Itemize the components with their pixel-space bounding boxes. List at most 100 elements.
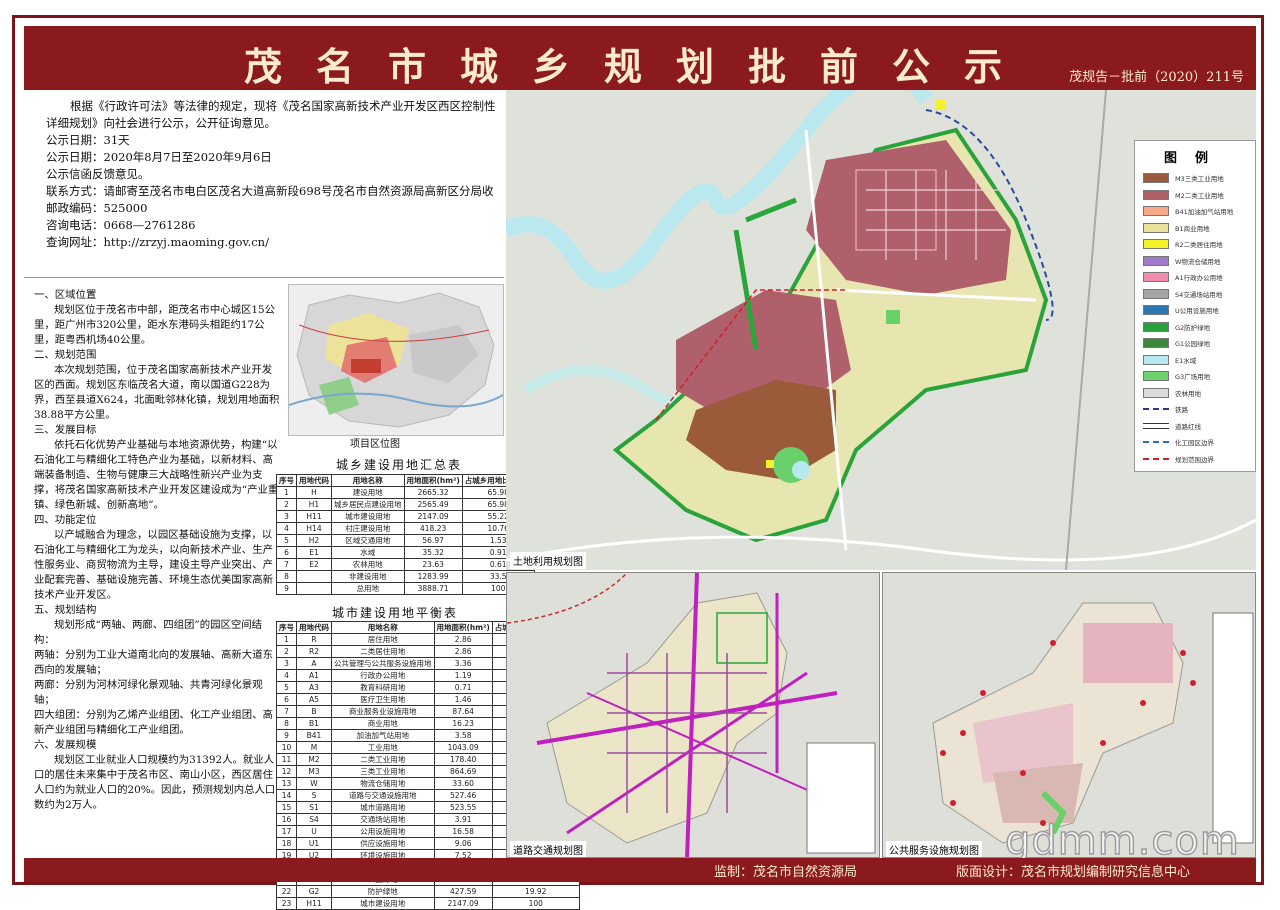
table-cell: 商业服务业设施用地 [331, 705, 435, 718]
table-cell: 35.32 [403, 546, 463, 559]
table-cell: 2665.32 [403, 486, 463, 499]
table-cell: H [296, 486, 332, 499]
table-cell: S4 [296, 813, 332, 826]
table-cell: E2 [296, 558, 332, 571]
table-cell: 二类工业用地 [331, 753, 435, 766]
legend-swatch [1143, 305, 1169, 316]
legend-item: U公用设施用地 [1143, 302, 1255, 319]
table-cell: 9.06 [433, 837, 493, 850]
notice-line: 公示信函反馈意见。 [46, 167, 150, 181]
legend-item: 农林用地 [1143, 385, 1255, 402]
legend-item: M3三类工业用地 [1143, 170, 1255, 187]
table-row: 2 H1 城乡居民点建设用地 2565.49 65.98 [276, 498, 535, 511]
table-cell: 14 [276, 789, 297, 802]
legend-label: B41加油加气站用地 [1175, 208, 1234, 217]
table-cell: A [296, 657, 332, 670]
table-cell: 2 [276, 498, 297, 511]
legend-item: B1商业用地 [1143, 220, 1255, 237]
table-cell: 城市道路用地 [331, 801, 435, 814]
table-cell: 教育科研用地 [331, 681, 435, 694]
table-cell: 19.92 [491, 885, 580, 898]
notice-line: 咨询电话：0668—2761286 [46, 218, 196, 232]
legend-label: R2二类居住用地 [1175, 241, 1223, 250]
section-body: 两廊：分别为河林河绿化景观轴、共青河绿化景观轴； [34, 679, 263, 706]
legend-label: 农林用地 [1175, 389, 1201, 398]
legend-swatch [1143, 354, 1169, 365]
legend-item: 道路红线 [1143, 418, 1255, 435]
table-cell: 2565.49 [403, 498, 463, 511]
table-cell: 11 [276, 753, 297, 766]
notice-intro: 根据《行政许可法》等法律的规定，现将《茂名国家高新技术产业开发区西区控制性详细规… [46, 99, 496, 130]
legend-item: S4交通场站用地 [1143, 286, 1255, 303]
plan-description: 一、区域位置 规划区位于茂名市中部，距茂名市中心城区15公里，距广州市320公里，… [34, 288, 282, 813]
notice-line: 邮政编码：525000 [46, 201, 148, 215]
table-cell: A3 [296, 681, 332, 694]
legend-label: 道路红线 [1175, 422, 1201, 431]
table-cell: 7 [276, 558, 297, 571]
table-cell: U [296, 825, 332, 838]
table-cell: 9 [276, 729, 297, 742]
legend-label: 规划范围边界 [1175, 455, 1214, 464]
table-cell: 水域 [331, 546, 405, 559]
table-cell: 1283.99 [403, 570, 463, 583]
section-heading: 二、规划范围 [34, 349, 97, 361]
notice-line: 查询网址：http://zrzyj.maoming.gov.cn/ [46, 235, 269, 249]
table-cell: 防护绿地 [331, 885, 435, 898]
land-summary-table: 序号 用地代码 用地名称 用地面积(hm²) 占城乡用地比例(%) 1 H 建设用地 2665.… [276, 474, 535, 595]
table-row: 8 非建设用地 1283.99 33.5 [276, 570, 535, 583]
table-cell: 22 [276, 885, 297, 898]
legend-label: G3广场用地 [1175, 373, 1211, 382]
document-number: 茂规告－批前（2020）211号 [1069, 70, 1244, 85]
location-map [288, 284, 504, 436]
table-cell: 二类居住用地 [331, 645, 435, 658]
table-cell: 3 [276, 510, 297, 523]
legend-label: 铁路 [1175, 406, 1188, 415]
table-cell: 16.58 [433, 825, 493, 838]
table-cell: H11 [296, 510, 332, 523]
table-cell: 2.86 [433, 633, 493, 646]
section-body: 本次规划范围，位于茂名国家高新技术产业开发区的西面。规划区东临茂名大道，南以国道… [34, 364, 280, 421]
table-cell: 城市建设用地 [331, 510, 405, 523]
legend-label: E1水域 [1175, 356, 1197, 365]
footer-design: 版面设计：茂名市规划编制研究信息中心 [956, 865, 1191, 880]
table-cell: 三类工业用地 [331, 765, 435, 778]
table-cell: 178.40 [433, 753, 493, 766]
table-cell: E1 [296, 546, 332, 559]
section-heading: 一、区域位置 [34, 289, 97, 301]
section-heading: 五、规划结构 [34, 604, 97, 616]
legend-item: E1水域 [1143, 352, 1255, 369]
table-cell [296, 582, 332, 595]
table-header-row: 序号 用地代码 用地名称 用地面积(hm²) 占城乡用地比例(%) [276, 474, 535, 487]
table-cell: 6 [276, 693, 297, 706]
table-cell: 道路与交通设施用地 [331, 789, 435, 802]
table-cell: 23.63 [403, 558, 463, 571]
section-body: 规划形成“两轴、两廊、四组团”的园区空间结构： [34, 619, 263, 646]
legend-label: B1商业用地 [1175, 224, 1210, 233]
footer-bar: 监制：茂名市自然资源局 版面设计：茂名市规划编制研究信息中心 [24, 858, 1256, 882]
table-cell: M [296, 741, 332, 754]
legend-label: 化工园区边界 [1175, 439, 1214, 448]
table-cell: 工业用地 [331, 741, 435, 754]
table-cell: 12 [276, 765, 297, 778]
legend-item: B41加油加气站用地 [1143, 203, 1255, 220]
table-cell: 城市建设用地 [331, 897, 435, 910]
table-header-cell: 用地面积(hm²) [403, 474, 463, 487]
legend-item: M2二类工业用地 [1143, 187, 1255, 204]
table-row: 22 G2 防护绿地 427.59 19.92 [276, 885, 580, 898]
section-body: 以产城融合为理念，以园区基础设施为支撑，以石油化工与精细化工为龙头，以向新技术产… [34, 529, 273, 601]
legend-swatch [1143, 441, 1169, 444]
legend-items: M3三类工业用地 M2二类工业用地 B41加油加气站用地 B1商业用地 R2二类居住用地… [1135, 170, 1255, 467]
table-cell: 3.91 [433, 813, 493, 826]
table-cell: M2 [296, 753, 332, 766]
table-cell: 医疗卫生用地 [331, 693, 435, 706]
legend-item: 铁路 [1143, 401, 1255, 418]
table-cell: H1 [296, 498, 332, 511]
legend-swatch [1143, 189, 1169, 200]
table-cell: 农林用地 [331, 558, 405, 571]
table-cell: 7 [276, 705, 297, 718]
table-row: 23 H11 城市建设用地 2147.09 100 [276, 897, 580, 910]
table-cell: M3 [296, 765, 332, 778]
table-cell: 16.23 [433, 717, 493, 730]
legend-label: W物流仓储用地 [1175, 257, 1221, 266]
table-row: 5 H2 区域交通用地 56.97 1.53 [276, 534, 535, 547]
